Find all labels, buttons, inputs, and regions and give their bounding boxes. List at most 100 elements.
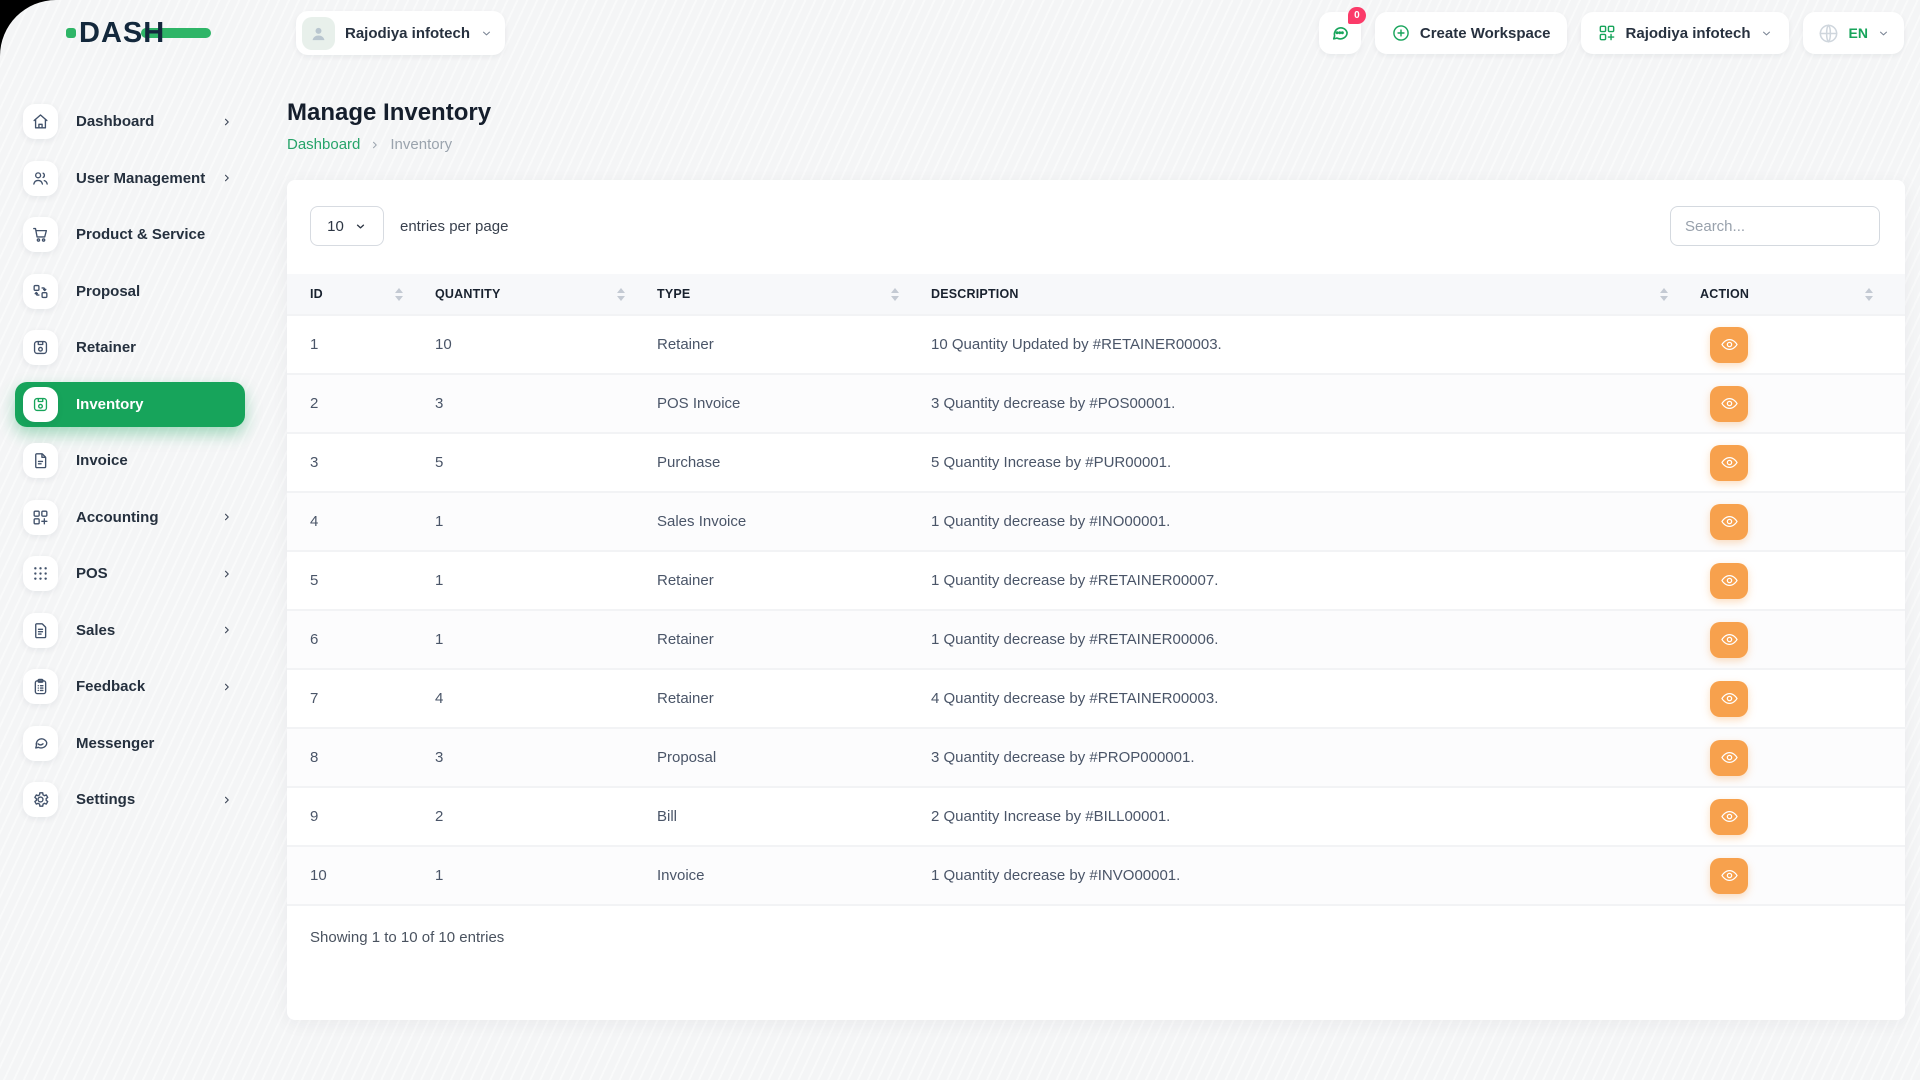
chevron-down-icon: [480, 27, 493, 40]
cell-type: Sales Invoice: [657, 492, 931, 551]
sidebar-item-proposal[interactable]: Proposal: [15, 269, 245, 314]
view-button[interactable]: [1710, 504, 1748, 540]
sidebar-item-label: Product & Service: [76, 226, 205, 243]
table-row: 9 2 Bill 2 Quantity Increase by #BILL000…: [287, 787, 1905, 846]
sidebar-item-sales[interactable]: Sales: [15, 608, 245, 653]
cell-action: [1700, 492, 1905, 551]
create-workspace-button[interactable]: Create Workspace: [1375, 12, 1567, 54]
table-row: 1 10 Retainer 10 Quantity Updated by #RE…: [287, 315, 1905, 374]
table-row: 2 3 POS Invoice 3 Quantity decrease by #…: [287, 374, 1905, 433]
cell-id: 7: [287, 669, 435, 728]
layout: Dashboard User Management Product & Serv…: [0, 66, 1920, 1080]
cell-description: 1 Quantity decrease by #INO00001.: [931, 492, 1700, 551]
chevron-right-icon: [221, 116, 233, 128]
sidebar-item-label: Invoice: [76, 452, 128, 469]
cell-action: [1700, 551, 1905, 610]
logo-dot-accent: [66, 28, 76, 38]
cell-id: 4: [287, 492, 435, 551]
messages-button[interactable]: 0: [1319, 12, 1361, 54]
sidebar-item-messenger[interactable]: Messenger: [15, 721, 245, 766]
page-size-value: 10: [327, 218, 344, 235]
column-header-quantity[interactable]: QUANTITY: [435, 274, 657, 315]
eye-icon: [1720, 571, 1739, 590]
cell-id: 3: [287, 433, 435, 492]
language-selector[interactable]: EN: [1803, 12, 1904, 54]
column-header-description[interactable]: DESCRIPTION: [931, 274, 1700, 315]
cell-id: 6: [287, 610, 435, 669]
sidebar-item-label: Settings: [76, 791, 135, 808]
sidebar-item-user-management[interactable]: User Management: [15, 156, 245, 201]
eye-icon: [1720, 630, 1739, 649]
topbar-main: Rajodiya infotech 0 Create Workspace Raj…: [260, 11, 1920, 55]
cell-action: [1700, 374, 1905, 433]
cell-type: POS Invoice: [657, 374, 931, 433]
cell-quantity: 5: [435, 433, 657, 492]
cell-quantity: 3: [435, 728, 657, 787]
sidebar-item-settings[interactable]: Settings: [15, 777, 245, 822]
view-button[interactable]: [1710, 445, 1748, 481]
company-selector[interactable]: Rajodiya infotech: [296, 11, 505, 55]
inventory-table-body: 1 10 Retainer 10 Quantity Updated by #RE…: [287, 315, 1905, 905]
cell-description: 1 Quantity decrease by #RETAINER00006.: [931, 610, 1700, 669]
sort-icon: [617, 288, 625, 301]
table-row: 5 1 Retainer 1 Quantity decrease by #RET…: [287, 551, 1905, 610]
brand-logo[interactable]: DASH: [66, 16, 165, 50]
chevron-right-icon: [369, 139, 381, 151]
eye-icon: [1720, 512, 1739, 531]
sidebar-item-accounting[interactable]: Accounting: [15, 495, 245, 540]
column-header-id[interactable]: ID: [287, 274, 435, 315]
view-button[interactable]: [1710, 327, 1748, 363]
chevron-right-icon: [221, 172, 233, 184]
company-name: Rajodiya infotech: [345, 25, 470, 42]
sidebar-item-label: Sales: [76, 622, 115, 639]
page-size-select[interactable]: 10: [310, 206, 384, 246]
swap-boxes-icon: [23, 274, 58, 309]
view-button[interactable]: [1710, 799, 1748, 835]
sidebar-item-pos[interactable]: POS: [15, 551, 245, 596]
cell-action: [1700, 728, 1905, 787]
view-button[interactable]: [1710, 740, 1748, 776]
breadcrumb-dashboard-link[interactable]: Dashboard: [287, 136, 360, 153]
sidebar-item-label: Proposal: [76, 283, 140, 300]
cell-quantity: 1: [435, 610, 657, 669]
globe-icon: [1817, 22, 1840, 45]
cell-quantity: 10: [435, 315, 657, 374]
view-button[interactable]: [1710, 386, 1748, 422]
cell-action: [1700, 669, 1905, 728]
eye-icon: [1720, 335, 1739, 354]
sidebar-item-invoice[interactable]: Invoice: [15, 438, 245, 483]
home-icon: [23, 104, 58, 139]
save-icon: [23, 330, 58, 365]
cell-description: 5 Quantity Increase by #PUR00001.: [931, 433, 1700, 492]
cell-description: 4 Quantity decrease by #RETAINER00003.: [931, 669, 1700, 728]
view-button[interactable]: [1710, 681, 1748, 717]
sidebar-item-inventory[interactable]: Inventory: [15, 382, 245, 427]
sidebar-item-retainer[interactable]: Retainer: [15, 325, 245, 370]
sidebar-item-label: Messenger: [76, 735, 154, 752]
cell-action: [1700, 787, 1905, 846]
workspace-selector[interactable]: Rajodiya infotech: [1581, 12, 1789, 54]
page-title: Manage Inventory: [287, 99, 1905, 127]
breadcrumb-current: Inventory: [390, 136, 452, 153]
sidebar-item-feedback[interactable]: Feedback: [15, 664, 245, 709]
column-header-action[interactable]: ACTION: [1700, 274, 1905, 315]
eye-icon: [1720, 807, 1739, 826]
sidebar-item-label: Inventory: [76, 396, 144, 413]
cell-id: 2: [287, 374, 435, 433]
cell-quantity: 1: [435, 846, 657, 905]
view-button[interactable]: [1710, 622, 1748, 658]
cell-type: Proposal: [657, 728, 931, 787]
cell-type: Retainer: [657, 551, 931, 610]
view-button[interactable]: [1710, 563, 1748, 599]
chevron-right-icon: [221, 568, 233, 580]
chevron-right-icon: [221, 681, 233, 693]
sidebar: Dashboard User Management Product & Serv…: [0, 66, 260, 1080]
search-input[interactable]: [1670, 206, 1880, 246]
sidebar-item-dashboard[interactable]: Dashboard: [15, 99, 245, 144]
users-icon: [23, 161, 58, 196]
column-header-type[interactable]: TYPE: [657, 274, 931, 315]
view-button[interactable]: [1710, 858, 1748, 894]
sidebar-item-product-service[interactable]: Product & Service: [15, 212, 245, 257]
logo-text: DASH: [79, 17, 165, 50]
table-header-row: ID QUANTITY TYPE DESCRIPTION ACTION: [287, 274, 1905, 315]
